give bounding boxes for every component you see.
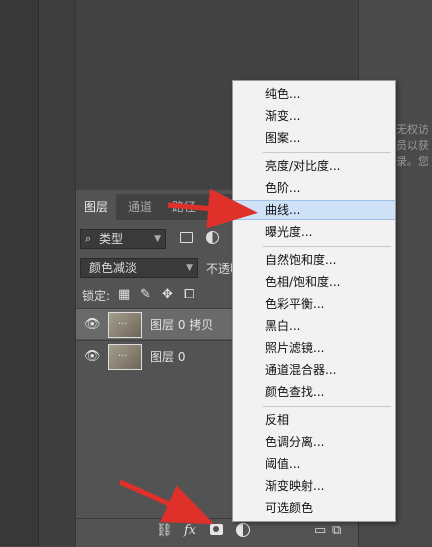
arrow-to-adjustment-button (118, 479, 215, 525)
arrow-to-curves (167, 188, 258, 229)
annotation-arrows (118, 188, 258, 525)
